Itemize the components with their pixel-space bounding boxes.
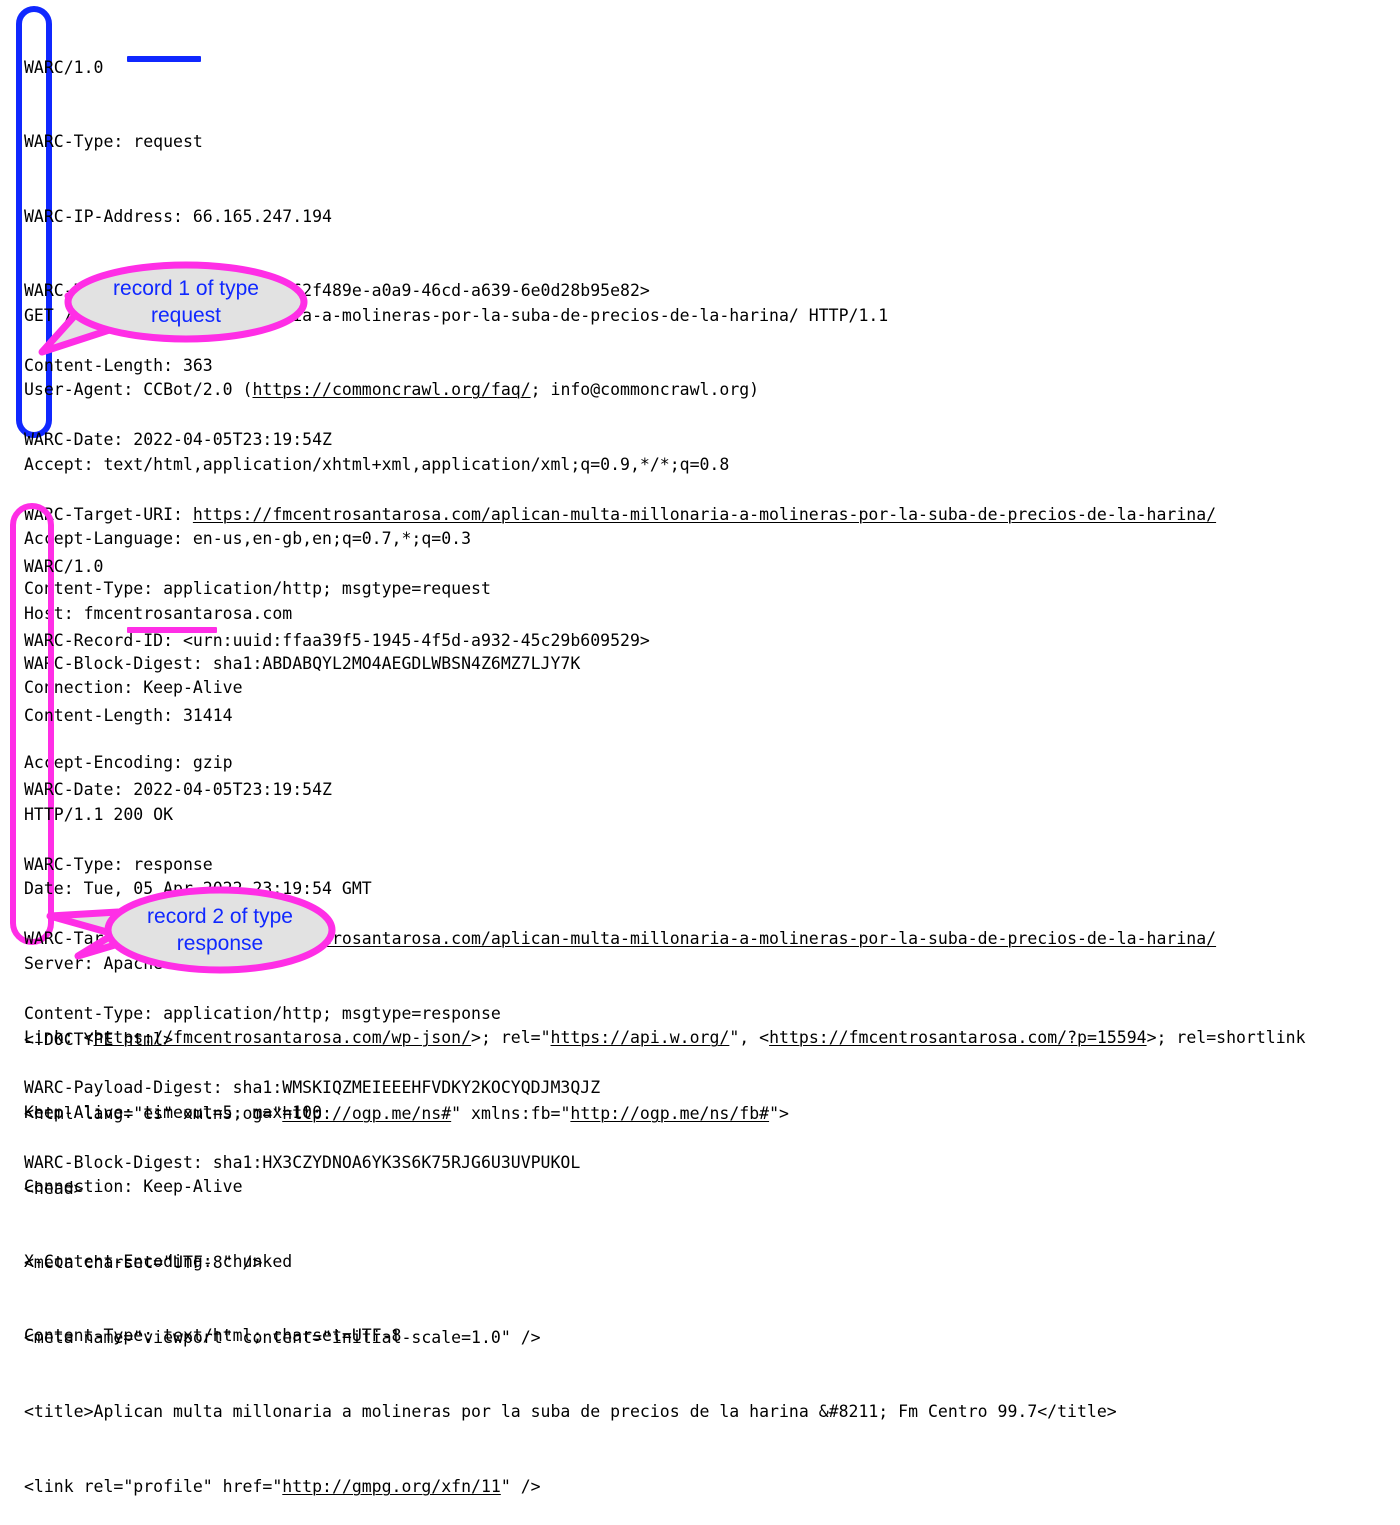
code-line-html-tag: <html lang="es" xmlns:og="http://ogp.me/…	[24, 1102, 1117, 1127]
code-line: WARC-IP-Address: 66.165.247.194	[24, 206, 332, 226]
label-text: ">	[769, 1104, 789, 1124]
commoncrawl-faq-link[interactable]: https://commoncrawl.org/faq/	[252, 380, 530, 399]
record-1-type-highlight	[127, 56, 201, 62]
code-line: WARC/1.0	[24, 556, 104, 576]
label-text: >; rel=shortlink	[1146, 1028, 1306, 1048]
code-line-warc-type: WARC-Type: request	[24, 132, 203, 152]
label-text: <html lang="es" xmlns:og="	[24, 1104, 283, 1124]
label-text: " xmlns:fb="	[451, 1104, 571, 1124]
response-payload-html: <!DOCTYPE html> <html lang="es" xmlns:og…	[24, 978, 1117, 1525]
code-line: Server: Apache	[24, 953, 164, 973]
code-line-link-profile: <link rel="profile" href="http://gmpg.or…	[24, 1475, 1117, 1500]
label-text: User-Agent: CCBot/2.0 (	[24, 380, 253, 400]
record-2-type-highlight	[127, 627, 217, 633]
code-line: HTTP/1.1 200 OK	[24, 804, 174, 824]
code-line: <meta name="viewport" content="initial-s…	[24, 1327, 541, 1347]
code-line-title: <title>Aplican multa millonaria a moline…	[24, 1402, 1117, 1422]
code-line: Accept: text/html,application/xhtml+xml,…	[24, 454, 730, 474]
code-line: WARC/1.0	[24, 57, 104, 77]
ogp-ns-fb-link[interactable]: http://ogp.me/ns/fb#	[570, 1104, 769, 1123]
label-text: ; info@commoncrawl.org)	[530, 380, 760, 400]
code-line: Content-Length: 31414	[24, 705, 233, 725]
code-line: <meta charset="UTF-8" />	[24, 1253, 263, 1273]
code-line: GET /aplican-multa-millonaria-a-molinera…	[24, 305, 889, 325]
code-line: <!DOCTYPE html>	[24, 1029, 174, 1049]
code-line-user-agent: User-Agent: CCBot/2.0 (https://commoncra…	[24, 378, 888, 403]
label-text: <link rel="profile" href="	[24, 1476, 283, 1496]
label-text: " />	[500, 1476, 541, 1496]
ogp-ns-link[interactable]: http://ogp.me/ns#	[282, 1104, 451, 1123]
code-line: <head>	[24, 1178, 84, 1198]
code-line: Date: Tue, 05 Apr 2022 23:19:54 GMT	[24, 879, 372, 899]
gmpg-xfn-link[interactable]: http://gmpg.org/xfn/11	[282, 1477, 501, 1496]
